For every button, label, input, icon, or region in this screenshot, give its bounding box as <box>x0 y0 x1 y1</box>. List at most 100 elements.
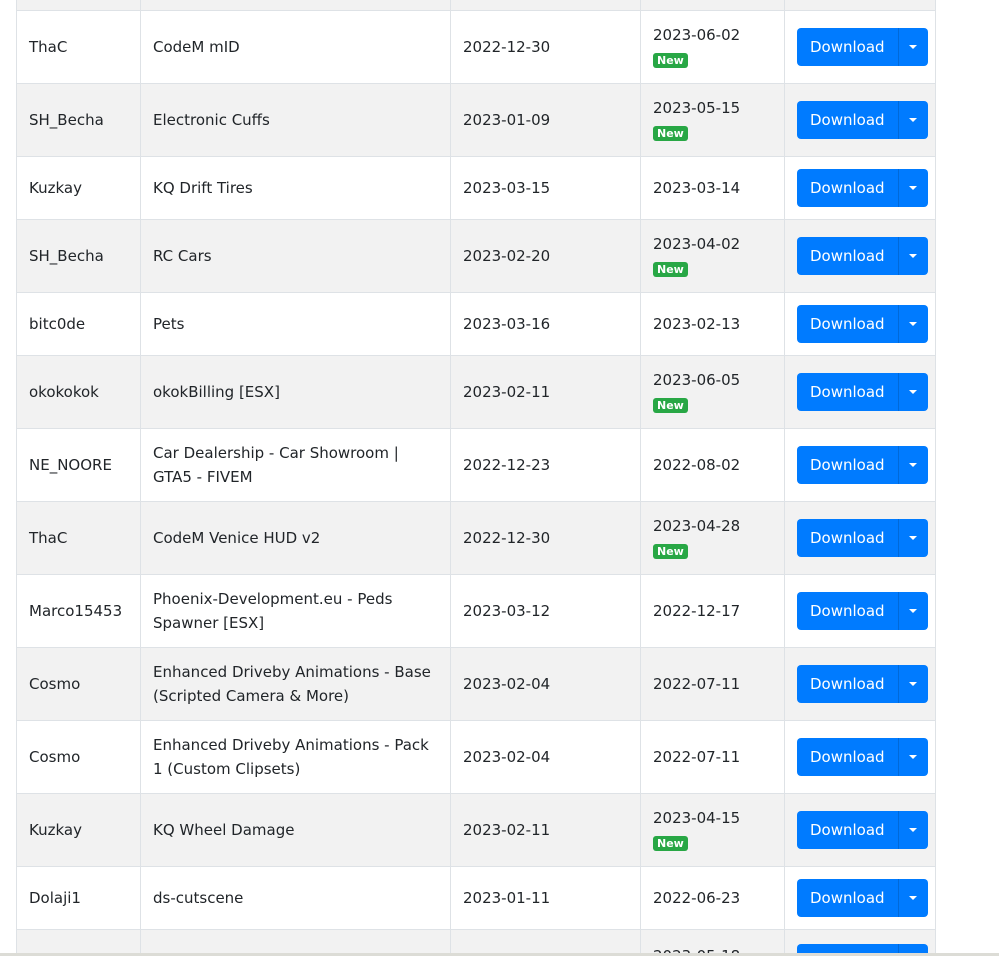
table-row: ThaC CodeM Venice HUD v2 2022-12-30 2023… <box>16 501 936 575</box>
table-row: SH_Becha Electronic Cuffs 2023-01-09 202… <box>16 83 936 157</box>
table-body: ThaC CodeM mID 2022-12-30 2023-06-02 New… <box>16 0 936 956</box>
new-badge: New <box>653 398 688 413</box>
created-date-cell: 2023-02-04 <box>450 720 641 794</box>
download-button[interactable]: Download <box>797 101 899 139</box>
actions-cell: Download <box>784 866 936 930</box>
download-dropdown-toggle[interactable] <box>898 519 928 557</box>
created-date-cell: 2022-12-23 <box>450 428 641 502</box>
new-badge: New <box>653 262 688 277</box>
resource-name-cell: Car Dealership - Car Showroom | GTA5 - F… <box>140 428 451 502</box>
resource-name-cell: Pets <box>140 292 451 356</box>
resources-table-container: ThaC CodeM mID 2022-12-30 2023-06-02 New… <box>16 0 936 956</box>
download-dropdown-toggle[interactable] <box>898 28 928 66</box>
updated-date-cell: 2022-12-17 <box>640 574 785 648</box>
created-date-cell <box>450 0 641 11</box>
updated-date-cell: 2023-06-05 New <box>640 355 785 429</box>
updated-date: 2023-06-02 <box>653 26 741 44</box>
download-button-group: Download <box>797 519 928 557</box>
actions-cell: Download <box>784 156 936 220</box>
resource-name: CodeM mID <box>153 38 240 56</box>
download-button[interactable]: Download <box>797 879 899 917</box>
created-date-cell: 2023-02-04 <box>450 647 641 721</box>
table-row: okokokok okokBilling [ESX] 2023-02-11 20… <box>16 355 936 429</box>
caret-down-icon <box>909 896 918 900</box>
download-button-group: Download <box>797 305 928 343</box>
resource-name: CodeM Venice HUD v2 <box>153 529 321 547</box>
resource-name-cell: Electronic Cuffs <box>140 83 451 157</box>
download-button[interactable]: Download <box>797 592 899 630</box>
download-button[interactable]: Download <box>797 237 899 275</box>
download-button-group: Download <box>797 665 928 703</box>
updated-date-cell: 2023-02-13 <box>640 292 785 356</box>
created-date-cell: 2023-02-11 <box>450 355 641 429</box>
author-cell: SH_Becha <box>16 219 141 293</box>
download-dropdown-toggle[interactable] <box>898 305 928 343</box>
author-cell: Marco15453 <box>16 574 141 648</box>
download-button-group: Download <box>797 592 928 630</box>
download-dropdown-toggle[interactable] <box>898 738 928 776</box>
updated-date: 2023-02-13 <box>653 315 741 333</box>
download-button[interactable]: Download <box>797 738 899 776</box>
created-date: 2023-01-11 <box>463 889 551 907</box>
resource-name: Enhanced Driveby Animations - Pack 1 (Cu… <box>153 736 429 778</box>
new-badge: New <box>653 53 688 68</box>
table-row <box>16 0 936 11</box>
download-dropdown-toggle[interactable] <box>898 169 928 207</box>
download-button[interactable]: Download <box>797 811 899 849</box>
download-dropdown-toggle[interactable] <box>898 446 928 484</box>
author-name: Kuzkay <box>29 179 82 197</box>
download-button[interactable]: Download <box>797 373 899 411</box>
actions-cell: Download <box>784 292 936 356</box>
download-button[interactable]: Download <box>797 28 899 66</box>
resources-table: ThaC CodeM mID 2022-12-30 2023-06-02 New… <box>16 0 936 956</box>
resource-name-cell: ds-cutscene <box>140 866 451 930</box>
author-name: bitc0de <box>29 315 86 333</box>
download-dropdown-toggle[interactable] <box>898 373 928 411</box>
updated-date-cell: 2023-06-02 New <box>640 10 785 84</box>
download-button[interactable]: Download <box>797 665 899 703</box>
updated-date: 2023-04-02 <box>653 235 741 253</box>
author-cell: Kuzkay <box>16 793 141 867</box>
resource-name-cell: Phoenix-Development.eu - Peds Spawner [E… <box>140 574 451 648</box>
created-date-cell: 2022-12-30 <box>450 501 641 575</box>
download-dropdown-toggle[interactable] <box>898 811 928 849</box>
download-dropdown-toggle[interactable] <box>898 237 928 275</box>
author-cell: okokokok <box>16 355 141 429</box>
updated-date: 2023-03-14 <box>653 179 741 197</box>
download-button[interactable]: Download <box>797 519 899 557</box>
author-cell: ThaC <box>16 10 141 84</box>
created-date-cell: 2023-02-11 <box>450 793 641 867</box>
updated-date-cell: 2023-04-02 New <box>640 219 785 293</box>
actions-cell: Download <box>784 10 936 84</box>
updated-date: 2022-07-11 <box>653 748 741 766</box>
resource-name-cell: Enhanced Driveby Animations - Pack 1 (Cu… <box>140 720 451 794</box>
author-name: ThaC <box>29 38 68 56</box>
download-button[interactable]: Download <box>797 305 899 343</box>
created-date: 2023-02-04 <box>463 675 551 693</box>
created-date-cell: 2022-12-30 <box>450 10 641 84</box>
created-date-cell: 2023-01-09 <box>450 83 641 157</box>
actions-cell: Download <box>784 428 936 502</box>
download-dropdown-toggle[interactable] <box>898 665 928 703</box>
resource-name: RC Cars <box>153 247 212 265</box>
caret-down-icon <box>909 609 918 613</box>
created-date: 2023-02-11 <box>463 383 551 401</box>
resource-name-cell: CodeM mID <box>140 10 451 84</box>
resource-name-cell: KQ Wheel Damage <box>140 793 451 867</box>
caret-down-icon <box>909 45 918 49</box>
author-cell: Cosmo <box>16 720 141 794</box>
download-button[interactable]: Download <box>797 446 899 484</box>
resource-name-cell: CodeM Venice HUD v2 <box>140 501 451 575</box>
download-dropdown-toggle[interactable] <box>898 101 928 139</box>
updated-date-cell: 2023-04-15 New <box>640 793 785 867</box>
table-row: Kuzkay KQ Drift Tires 2023-03-15 2023-03… <box>16 156 936 220</box>
table-row: Cosmo Enhanced Driveby Animations - Base… <box>16 647 936 721</box>
viewport: ThaC CodeM mID 2022-12-30 2023-06-02 New… <box>0 0 999 956</box>
table-row: Dolaji1 ds-cutscene 2023-01-11 2022-06-2… <box>16 866 936 930</box>
download-dropdown-toggle[interactable] <box>898 592 928 630</box>
updated-date: 2023-05-15 <box>653 99 741 117</box>
updated-date-cell <box>640 0 785 11</box>
download-dropdown-toggle[interactable] <box>898 879 928 917</box>
author-cell: bitc0de <box>16 292 141 356</box>
download-button[interactable]: Download <box>797 169 899 207</box>
